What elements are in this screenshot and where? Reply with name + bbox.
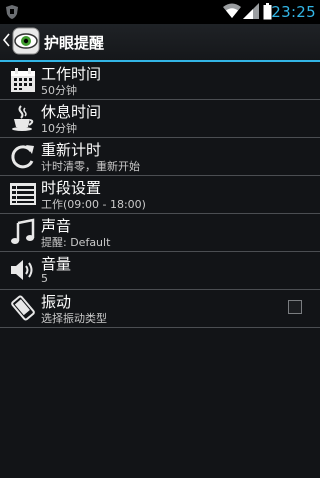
setting-title: 振动 bbox=[41, 293, 72, 311]
setting-title: 时段设置 bbox=[41, 179, 102, 197]
clock: 23:25 bbox=[271, 3, 316, 21]
setting-vibrate[interactable]: 振动 选择振动类型 bbox=[0, 290, 320, 328]
setting-title: 声音 bbox=[41, 217, 72, 235]
calendar-icon bbox=[11, 68, 35, 92]
setting-summary: 50分钟 bbox=[41, 84, 77, 97]
vibrate-icon bbox=[11, 295, 35, 321]
setting-summary: 选择振动类型 bbox=[41, 312, 107, 325]
action-bar: 护眼提醒 bbox=[0, 24, 320, 62]
setting-reset-timer[interactable]: 重新计时 计时清零，重新开始 bbox=[0, 138, 320, 176]
signal-icon bbox=[243, 3, 259, 19]
status-bar: 23:25 bbox=[0, 0, 320, 24]
page-title: 护眼提醒 bbox=[44, 34, 105, 52]
refresh-icon bbox=[11, 145, 34, 169]
eye-app-icon[interactable] bbox=[12, 27, 40, 55]
vibrate-checkbox[interactable] bbox=[288, 300, 302, 314]
setting-title: 重新计时 bbox=[41, 141, 102, 159]
music-note-icon bbox=[11, 218, 35, 244]
setting-rest-time[interactable]: 休息时间 10分钟 bbox=[0, 100, 320, 138]
setting-summary: 提醒: Default bbox=[41, 236, 111, 249]
setting-summary: 工作(09:00 - 18:00) bbox=[41, 198, 146, 211]
shield-notification-icon bbox=[6, 5, 18, 19]
setting-summary: 计时清零，重新开始 bbox=[41, 160, 140, 173]
coffee-icon bbox=[12, 105, 34, 131]
settings-list: 工作时间 50分钟 休息时间 10分钟 重新计时 计时清零，重新开始 时段设置 … bbox=[0, 62, 320, 328]
setting-summary: 5 bbox=[41, 272, 48, 285]
setting-title: 音量 bbox=[41, 255, 72, 273]
setting-volume[interactable]: 音量 5 bbox=[0, 252, 320, 290]
wifi-icon bbox=[223, 3, 241, 18]
setting-sound[interactable]: 声音 提醒: Default bbox=[0, 214, 320, 252]
setting-time-range[interactable]: 时段设置 工作(09:00 - 18:00) bbox=[0, 176, 320, 214]
setting-work-time[interactable]: 工作时间 50分钟 bbox=[0, 62, 320, 100]
setting-title: 工作时间 bbox=[41, 65, 102, 83]
setting-title: 休息时间 bbox=[41, 103, 102, 121]
speaker-icon bbox=[11, 260, 33, 280]
setting-summary: 10分钟 bbox=[41, 122, 77, 135]
back-chevron-icon[interactable] bbox=[3, 33, 10, 47]
list-icon bbox=[10, 183, 36, 205]
